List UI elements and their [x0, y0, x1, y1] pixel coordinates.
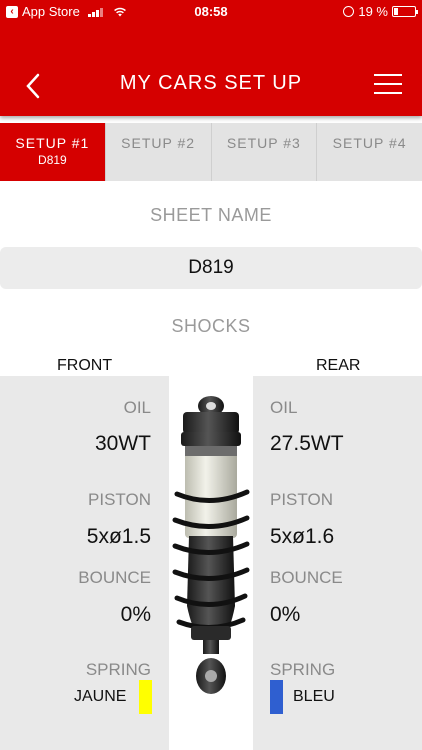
rear-spring-label: SPRING	[270, 660, 336, 679]
rear-label: REAR	[316, 357, 361, 374]
setup-tabs: SETUP #1 D819 SETUP #2 SETUP #3 SETUP #4	[0, 123, 422, 181]
shock-absorber-image	[169, 376, 253, 750]
page-title: MY CARS SET UP	[119, 72, 303, 94]
front-oil-value[interactable]: 30WT	[95, 432, 151, 456]
front-label: FRONT	[57, 357, 113, 374]
tab-setup-3[interactable]: SETUP #3	[212, 123, 318, 181]
rear-piston-value[interactable]: 5xø1.6	[270, 525, 334, 549]
rear-bounce-label: BOUNCE	[270, 568, 343, 587]
front-bounce-value[interactable]: 0%	[121, 603, 151, 627]
front-spring-color-swatch	[139, 680, 152, 714]
front-oil-label: OIL	[123, 398, 151, 417]
alarm-icon	[343, 6, 355, 17]
front-piston-value[interactable]: 5xø1.5	[87, 525, 151, 549]
front-piston-label: PISTON	[88, 490, 151, 509]
rear-spring-color-swatch	[270, 680, 283, 714]
battery-percent: 19 %	[358, 4, 388, 19]
tab-label: SETUP #1	[15, 135, 90, 151]
status-bar: ‹ App Store 08:58 19 %	[0, 0, 422, 24]
tab-setup-4[interactable]: SETUP #4	[317, 123, 422, 181]
rear-shock-panel: OIL 27.5WT PISTON 5xø1.6 BOUNCE 0% SPRIN…	[253, 376, 422, 750]
tab-label: SETUP #2	[121, 135, 196, 151]
tab-label: SETUP #4	[332, 135, 407, 151]
battery-icon	[392, 6, 418, 17]
sheet-name-title: SHEET NAME	[150, 205, 272, 225]
rear-spring-value[interactable]: BLEU	[293, 688, 335, 706]
rear-oil-value[interactable]: 27.5WT	[270, 432, 344, 456]
shocks-title: SHOCKS	[171, 316, 251, 336]
front-bounce-label: BOUNCE	[78, 568, 151, 587]
rear-bounce-value[interactable]: 0%	[270, 603, 300, 627]
tab-sublabel: D819	[38, 153, 67, 167]
menu-button[interactable]	[374, 74, 402, 96]
front-spring-label: SPRING	[85, 660, 151, 679]
tab-label: SETUP #3	[226, 135, 301, 151]
app-header: ‹ App Store 08:58 19 % MY CARS SET UP	[0, 0, 422, 116]
rear-oil-label: OIL	[270, 398, 298, 417]
tab-setup-2[interactable]: SETUP #2	[106, 123, 212, 181]
status-right: 19 %	[343, 4, 418, 19]
sheet-name-field[interactable]: D819	[0, 247, 422, 289]
rear-piston-label: PISTON	[270, 490, 333, 509]
hamburger-icon	[374, 74, 402, 76]
front-shock-panel: OIL 30WT PISTON 5xø1.5 BOUNCE 0% SPRING …	[0, 376, 169, 750]
tab-setup-1[interactable]: SETUP #1 D819	[0, 123, 106, 181]
front-spring-value[interactable]: JAUNE	[74, 688, 126, 706]
